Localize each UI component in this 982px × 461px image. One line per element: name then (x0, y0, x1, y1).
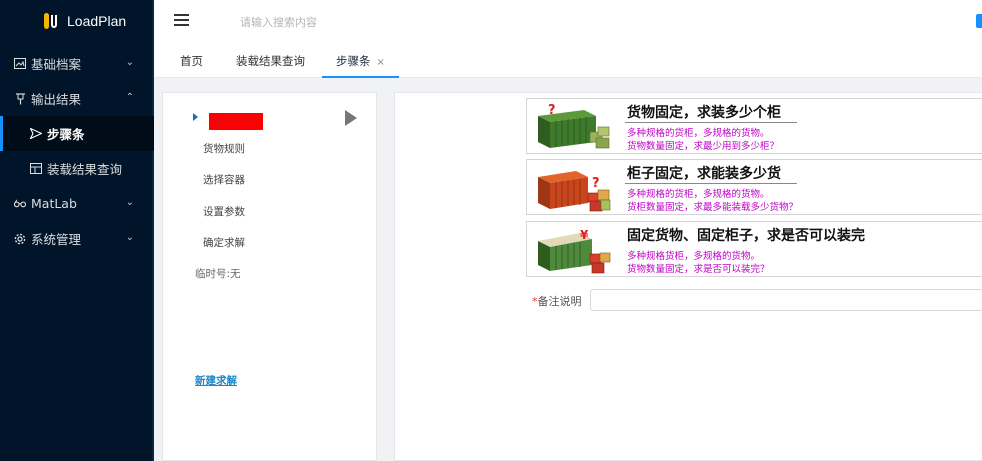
menu-toggle-icon[interactable] (174, 14, 189, 26)
tab-label: 装载结果查询 (236, 54, 305, 68)
sidebar-item-basic-archive[interactable]: 基础档案 ⌄ (0, 46, 154, 81)
orange-container-icon: ? (538, 171, 611, 212)
app-logo[interactable]: LoadPlan (0, 0, 154, 42)
chevron-down-icon: ⌄ (125, 232, 134, 243)
option-desc-line: 多种规格的货柜，多规格的货物。 (627, 189, 770, 200)
sidebar-item-label: MatLab (31, 196, 77, 211)
sidebar-item-label: 系统管理 (31, 232, 82, 247)
step-current-marker-icon (193, 113, 198, 121)
remark-input[interactable] (590, 289, 982, 311)
tab-load-result-query[interactable]: 装载结果查询 (236, 42, 305, 78)
sidebar-item-load-result-query[interactable]: 装载结果查询 (0, 151, 154, 186)
divider (625, 183, 797, 184)
sidebar-item-step-bar[interactable]: 步骤条 (0, 116, 154, 151)
pin-icon (14, 92, 26, 105)
option-desc-line: 多种规格的货柜，多规格的货物。 (627, 128, 770, 139)
sidebar-item-label: 输出结果 (31, 92, 82, 107)
steps-panel: 选择场景 货物规则 选择容器 设置参数 确定求解 临时号:无 新建求解 (162, 92, 377, 461)
option-desc-line: 货柜数量固定，求最多能装载多少货物？ (627, 202, 799, 213)
svg-text:?: ? (592, 176, 600, 191)
main-panel: ? 货物固定，求装多少个柜 多种规格的货柜，多规格的货物。 货物数量固定，求最少… (394, 92, 982, 461)
chevron-up-icon: ⌃ (125, 92, 134, 103)
tab-home[interactable]: 首页 (180, 42, 203, 78)
remark-label: *备注说明 (532, 293, 582, 309)
tab-label: 首页 (180, 54, 203, 68)
header-action-button[interactable] (976, 14, 982, 28)
option-title: 货物固定，求装多少个柜 (627, 105, 781, 121)
app-name: LoadPlan (67, 13, 127, 29)
tab-label: 步骤条 (336, 54, 371, 68)
green-container-icon: ? (538, 103, 610, 149)
step-select-container[interactable]: 选择容器 (203, 172, 245, 187)
chevron-down-icon: ⌄ (125, 197, 134, 208)
page-tabs: 首页 装载结果查询 步骤条 × (154, 42, 982, 78)
new-solution-link[interactable]: 新建求解 (195, 373, 237, 388)
step-select-scenario[interactable]: 选择场景 (209, 113, 263, 130)
option-title: 固定货物、固定柜子，求是否可以装完 (627, 228, 865, 244)
image-icon (14, 58, 26, 70)
sidebar-item-output-results[interactable]: 输出结果 ⌃ (0, 81, 154, 116)
option-desc-line: 货物数量固定，求最少用到多少柜？ (627, 141, 780, 152)
sidebar-item-matlab[interactable]: MatLab ⌄ (0, 186, 154, 221)
sidebar: LoadPlan 基础档案 ⌄ 输出结果 ⌃ 步骤条 装载结果查询 MatLab… (0, 0, 154, 461)
sidebar-item-label: 基础档案 (31, 57, 82, 72)
option-card-fixed-cargo[interactable]: ? 货物固定，求装多少个柜 多种规格的货柜，多规格的货物。 货物数量固定，求最少… (526, 98, 982, 154)
option-desc-line: 多种规格货柜，多规格的货物。 (627, 251, 761, 262)
sidebar-item-label: 装载结果查询 (47, 162, 123, 177)
sidebar-item-label: 步骤条 (47, 127, 85, 142)
step-set-parameters[interactable]: 设置参数 (203, 204, 245, 219)
send-icon (30, 128, 42, 140)
table-icon (30, 163, 42, 175)
option-desc-line: 货物数量固定，求是否可以装完？ (627, 264, 770, 275)
loadplan-logo-icon (42, 12, 60, 30)
step-cargo-rules[interactable]: 货物规则 (203, 141, 245, 156)
tab-step-bar[interactable]: 步骤条 × (322, 42, 399, 78)
play-icon[interactable] (345, 110, 357, 126)
search-input[interactable] (240, 12, 540, 32)
close-icon[interactable]: × (377, 57, 385, 68)
svg-text:?: ? (548, 103, 556, 118)
divider (625, 122, 797, 123)
top-header (154, 0, 982, 42)
mixed-container-icon: ¥ (538, 228, 611, 274)
sidebar-item-system-management[interactable]: 系统管理 ⌄ (0, 221, 154, 256)
step-confirm-solve[interactable]: 确定求解 (203, 235, 245, 250)
option-card-fixed-container[interactable]: ? 柜子固定，求能装多少货 多种规格的货柜，多规格的货物。 货柜数量固定，求最多… (526, 159, 982, 215)
svg-text:¥: ¥ (580, 228, 589, 242)
gear-icon (14, 233, 26, 245)
glasses-icon (14, 198, 26, 210)
temp-number: 临时号:无 (195, 268, 241, 280)
chevron-down-icon: ⌄ (125, 57, 134, 68)
option-title: 柜子固定，求能装多少货 (627, 166, 781, 182)
content-area: 选择场景 货物规则 选择容器 设置参数 确定求解 临时号:无 新建求解 ? 货物… (154, 78, 982, 461)
remark-label-text: 备注说明 (537, 295, 582, 308)
option-card-fixed-both[interactable]: ¥ 固定货物、固定柜子，求是否可以装完 多种规格货柜，多规格的货物。 货物数量固… (526, 221, 982, 277)
